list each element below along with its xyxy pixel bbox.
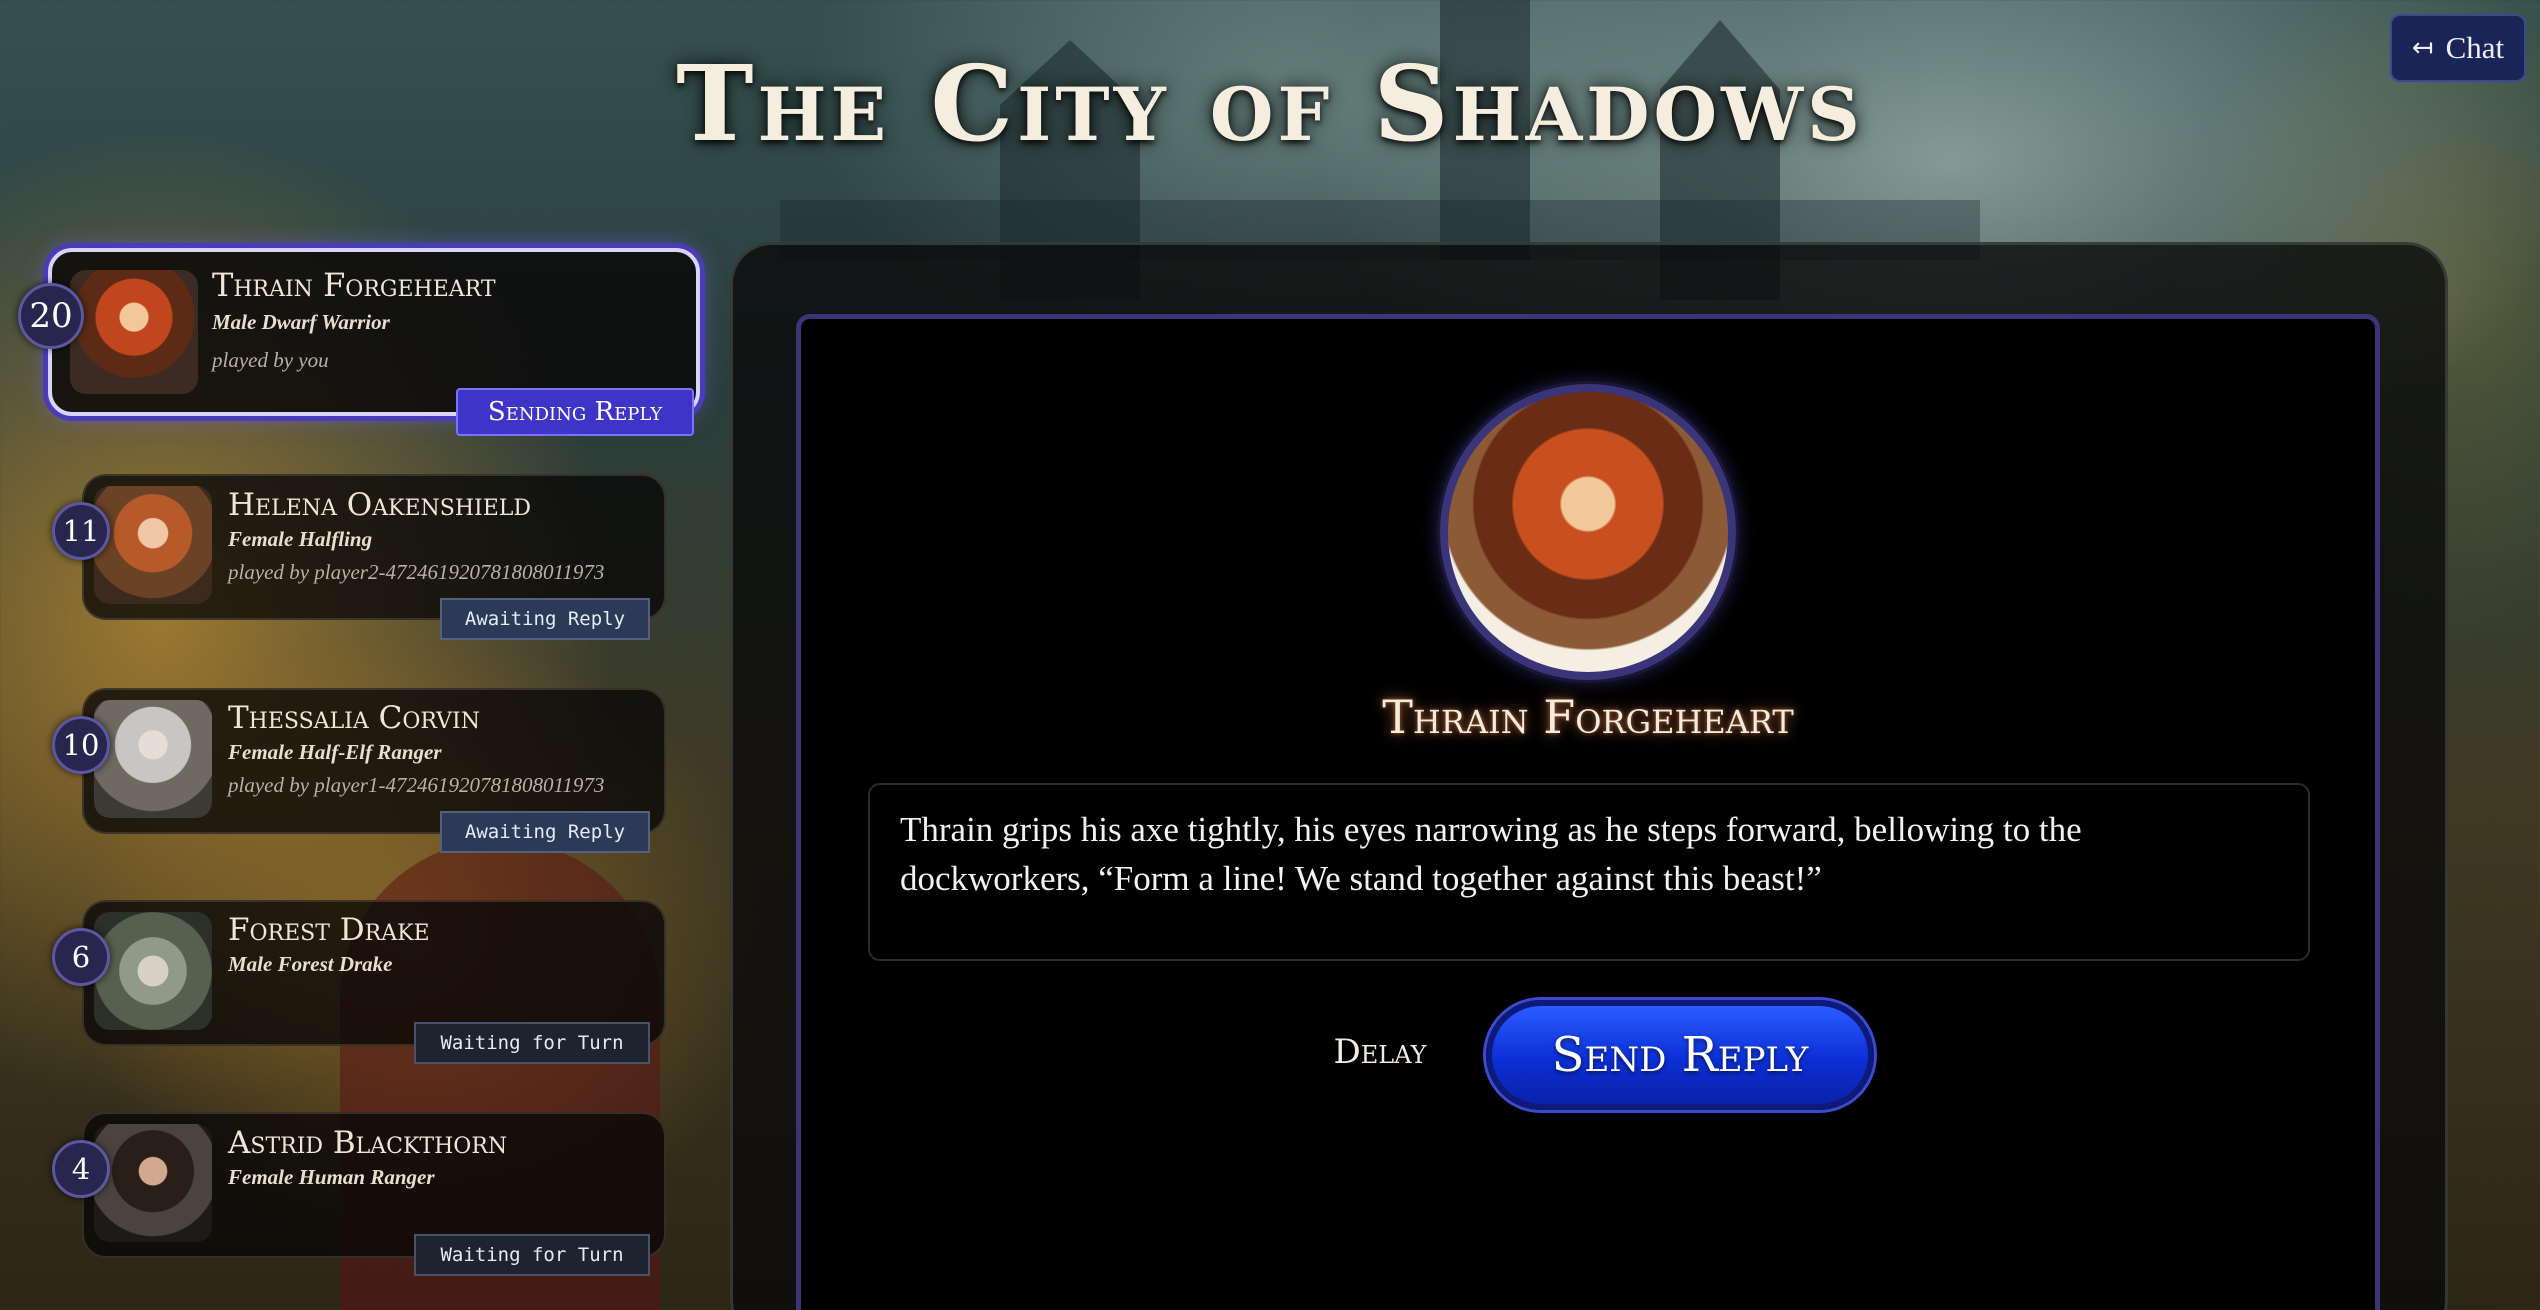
character-description: Male Forest Drake (228, 952, 393, 976)
initiative-badge: 11 (52, 502, 110, 560)
character-name: Forest Drake (228, 912, 430, 948)
chat-button-label: Chat (2445, 30, 2505, 65)
reply-textarea[interactable]: Thrain grips his axe tightly, his eyes n… (868, 783, 2310, 961)
send-reply-button[interactable]: Send Reply (1486, 1000, 1874, 1110)
speaker-portrait (1440, 384, 1736, 680)
character-name: Thrain Forgeheart (212, 266, 496, 304)
portrait-thrain (70, 270, 198, 394)
initiative-badge: 6 (52, 928, 110, 986)
chat-button[interactable]: ↤ Chat (2390, 14, 2526, 82)
status-badge: Waiting for Turn (414, 1234, 650, 1276)
character-name: Astrid Blackthorn (228, 1125, 508, 1161)
status-badge: Waiting for Turn (414, 1022, 650, 1064)
status-badge: Awaiting Reply (440, 811, 650, 853)
initiative-badge: 4 (52, 1140, 110, 1198)
portrait-astrid (94, 1124, 212, 1242)
character-description: Male Dwarf Warrior (212, 310, 390, 334)
character-player: played by you (212, 348, 329, 372)
status-badge: Awaiting Reply (440, 598, 650, 640)
exit-arrow-icon: ↤ (2411, 33, 2434, 63)
portrait-forest-drake (94, 912, 212, 1030)
character-name: Thessalia Corvin (228, 700, 480, 736)
initiative-badge: 10 (52, 716, 110, 774)
character-description: Female Halfling (228, 527, 373, 551)
character-description: Female Human Ranger (228, 1165, 435, 1189)
character-name: Helena Oakenshield (228, 487, 532, 523)
character-description: Female Half-Elf Ranger (228, 740, 442, 764)
page-title: The City of Shadows (676, 42, 1864, 165)
initiative-badge: 20 (18, 283, 84, 349)
portrait-helena (94, 486, 212, 604)
status-badge: Sending Reply (456, 388, 694, 436)
delay-button[interactable]: Delay (1300, 1028, 1460, 1076)
portrait-thessalia (94, 700, 212, 818)
character-player: played by player2-472461920781808011973 (228, 560, 605, 584)
character-player: played by player1-472461920781808011973 (228, 773, 605, 797)
speaker-name: Thrain Forgeheart (1382, 690, 1794, 744)
